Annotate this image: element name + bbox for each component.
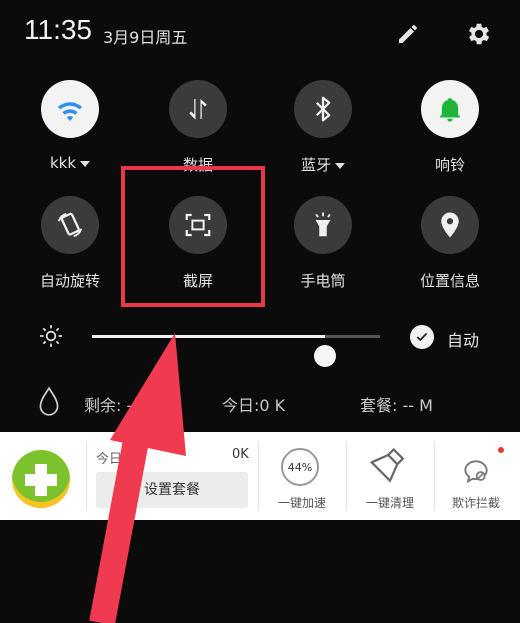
- water-drop-icon: [39, 386, 59, 416]
- gear-icon[interactable]: [465, 20, 493, 48]
- divider: [434, 442, 435, 510]
- tile-circle: [41, 196, 99, 254]
- tile-label-wifi: kkk: [49, 154, 77, 172]
- clock: 11:35: [24, 14, 92, 45]
- today-usage-value: 0K: [232, 447, 249, 462]
- tile-label-location: 位置信息: [419, 272, 480, 290]
- remaining-data: 剩余: -- M: [84, 396, 157, 415]
- tile-mobile-data[interactable]: 数据: [138, 80, 258, 175]
- plus-icon: [25, 464, 57, 496]
- brightness-thumb[interactable]: [314, 345, 337, 367]
- app-logo[interactable]: [12, 450, 70, 508]
- status-bar: 11:35 3月9日周五: [0, 0, 520, 70]
- auto-brightness-checkbox[interactable]: [410, 325, 434, 349]
- security-widget: 今日已 0K 设置套餐 44% 一键加速 一键清理 欺诈拦截: [0, 432, 520, 520]
- tile-ring[interactable]: 响铃: [390, 80, 510, 175]
- tile-location[interactable]: 位置信息: [390, 196, 510, 291]
- tile-flashlight[interactable]: 手电筒: [263, 196, 383, 291]
- bluetooth-icon: [315, 96, 331, 122]
- tile-circle: [41, 80, 99, 138]
- divider: [86, 442, 87, 510]
- auto-rotate-icon: [57, 212, 83, 238]
- tile-circle: [294, 80, 352, 138]
- data-usage-row: 剩余: -- M 今日:0 K 套餐: -- M: [0, 380, 520, 424]
- tile-circle: [421, 80, 479, 138]
- today-usage-label: 今日已: [96, 452, 136, 467]
- tile-circle: [294, 196, 352, 254]
- location-icon: [441, 212, 459, 238]
- bell-icon: [440, 98, 460, 122]
- today-data: 今日:0 K: [222, 396, 286, 415]
- edit-icon[interactable]: [396, 22, 420, 46]
- sun-icon: [40, 325, 62, 347]
- check-icon: [416, 332, 428, 342]
- tile-label-ring: 响铃: [434, 156, 465, 174]
- flashlight-icon: [315, 212, 331, 237]
- boost-gauge: 44%: [281, 448, 319, 486]
- tile-circle: [421, 196, 479, 254]
- divider: [258, 442, 259, 510]
- chevron-down-icon: [335, 162, 345, 169]
- date: 3月9日周五: [103, 28, 188, 47]
- set-package-button[interactable]: 设置套餐: [96, 472, 248, 508]
- tile-label-rotate: 自动旋转: [39, 272, 100, 290]
- brightness-fill: [92, 335, 326, 338]
- tile-circle: [169, 80, 227, 138]
- tile-label-bluetooth: 蓝牙: [300, 156, 331, 174]
- tile-label-flashlight: 手电筒: [300, 272, 346, 290]
- chevron-down-icon: [80, 160, 91, 167]
- brightness-slider[interactable]: [92, 335, 380, 367]
- tile-wifi[interactable]: kkk: [10, 80, 130, 172]
- tile-auto-rotate[interactable]: 自动旋转: [10, 196, 130, 291]
- package-data: 套餐: -- M: [360, 396, 433, 415]
- fraud-label: 欺诈拦截: [451, 496, 500, 510]
- clean-label: 一键清理: [365, 496, 414, 510]
- boost-label: 一键加速: [277, 496, 326, 510]
- divider: [346, 442, 347, 510]
- broom-icon: [369, 447, 405, 483]
- tile-bluetooth[interactable]: 蓝牙: [263, 80, 383, 175]
- auto-brightness-label: 自动: [447, 331, 480, 350]
- mobile-data-icon: [189, 99, 207, 120]
- wifi-icon: [57, 102, 83, 122]
- notification-dot: [498, 447, 504, 453]
- chat-block-icon: [464, 460, 488, 484]
- brightness-row: 自动: [0, 315, 520, 367]
- highlight-box: [121, 166, 265, 307]
